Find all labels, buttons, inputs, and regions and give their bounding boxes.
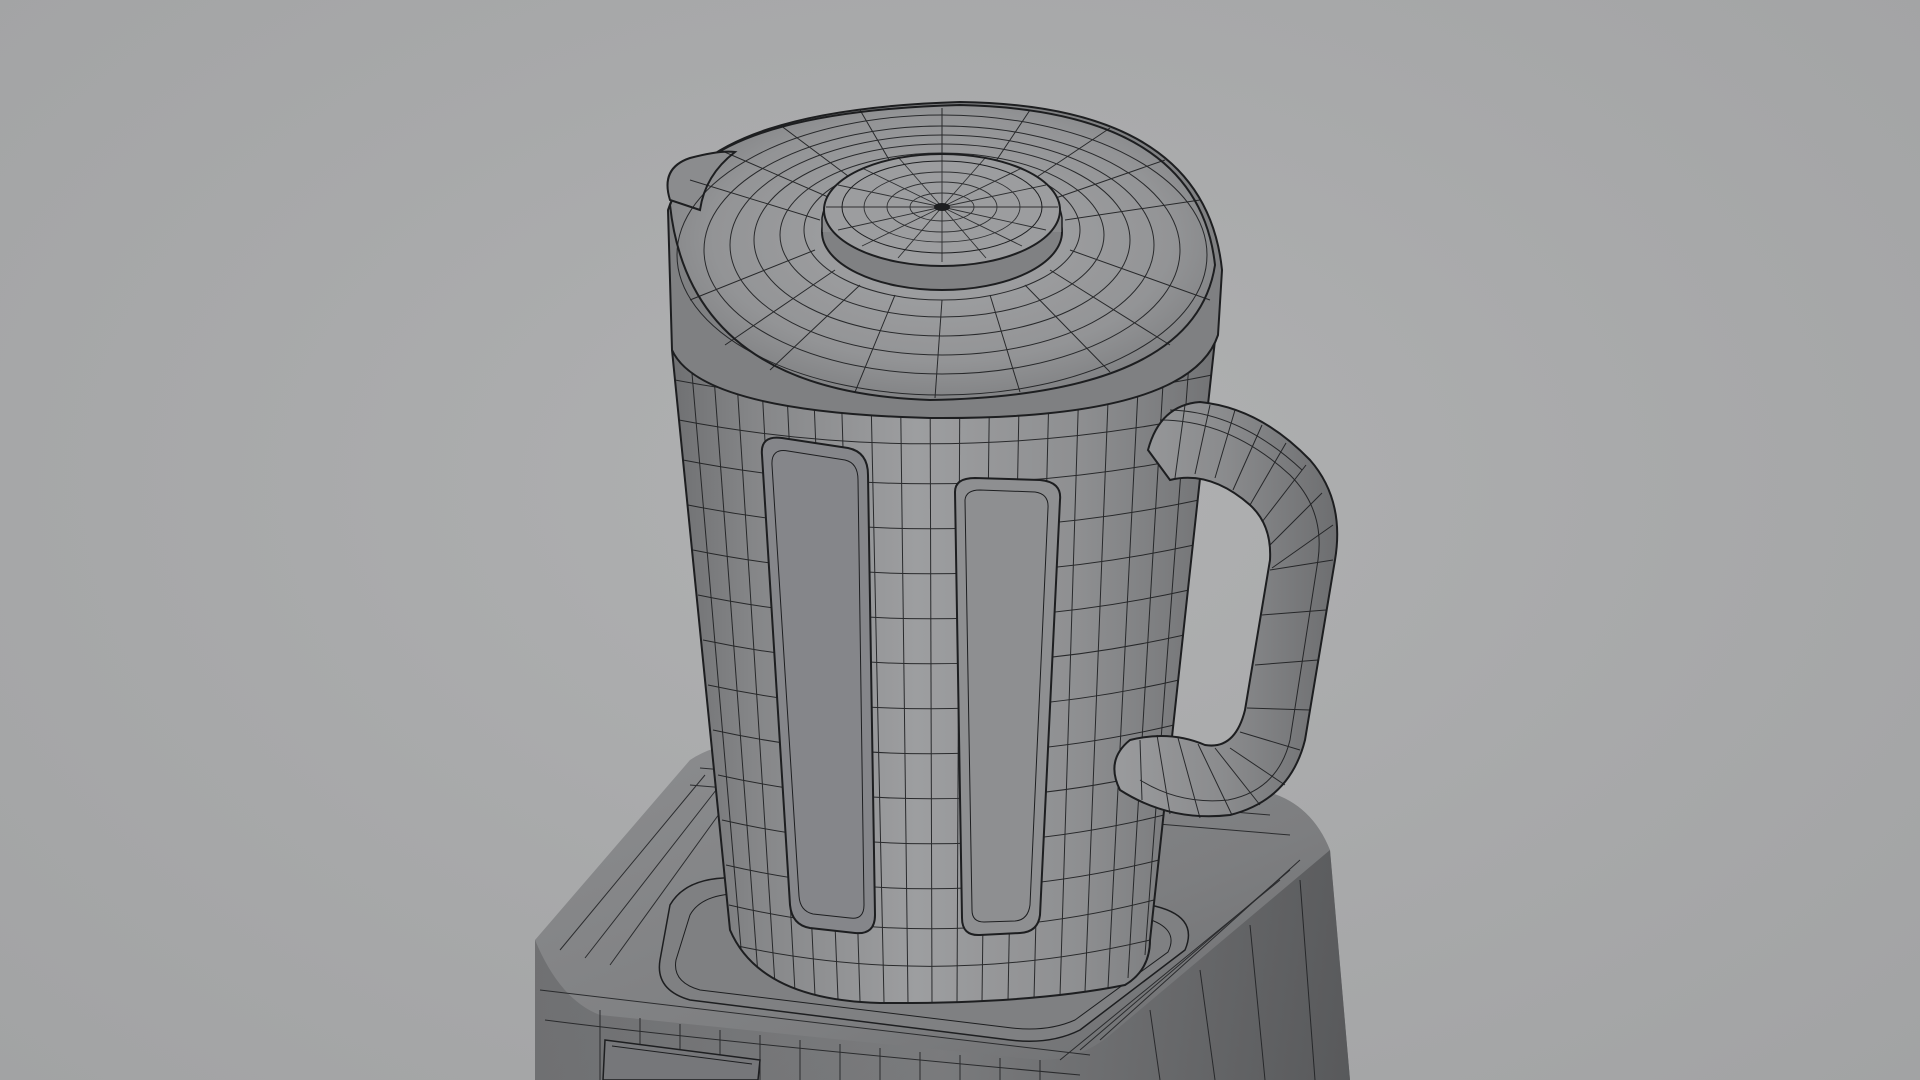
jug-body[interactable] — [671, 339, 1216, 1005]
blender-model-render[interactable] — [0, 0, 1920, 1080]
3d-viewport[interactable] — [0, 0, 1920, 1080]
lid-cap[interactable] — [821, 153, 1063, 291]
